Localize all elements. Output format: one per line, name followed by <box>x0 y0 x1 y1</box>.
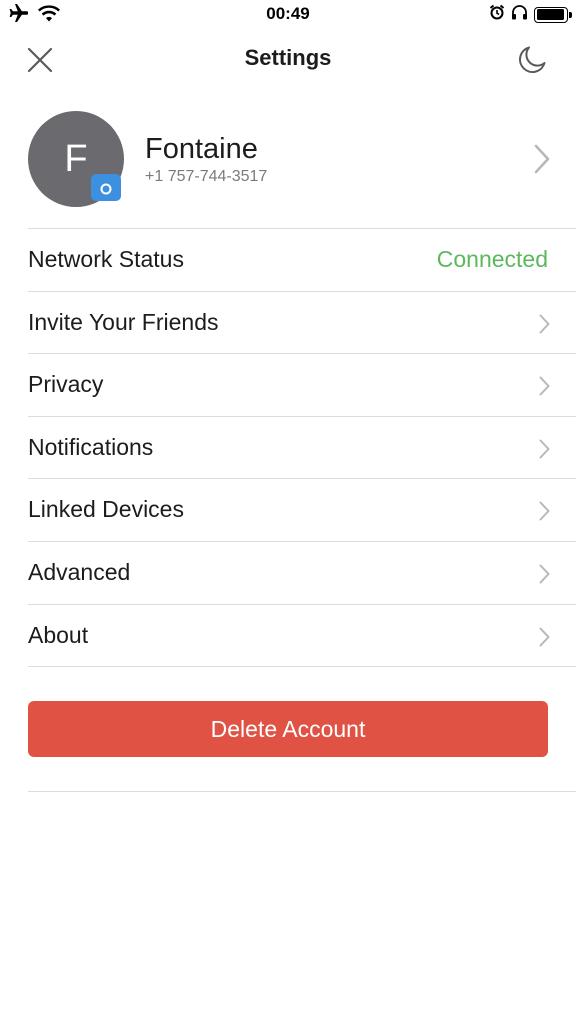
nav-bar: Settings <box>0 30 576 90</box>
row-label: Invite Your Friends <box>28 308 219 335</box>
row-privacy[interactable]: Privacy <box>28 353 576 416</box>
battery-tip <box>569 12 572 18</box>
battery-icon <box>534 6 572 23</box>
row-about[interactable]: About <box>28 603 576 667</box>
alarm-icon <box>489 4 505 25</box>
chevron-right-icon <box>539 501 550 526</box>
row-label: Privacy <box>28 371 104 398</box>
row-linked-devices[interactable]: Linked Devices <box>28 478 576 541</box>
settings-list: Network Status Connected Invite Your Fri… <box>0 228 576 668</box>
page-title: Settings <box>244 45 332 70</box>
row-advanced[interactable]: Advanced <box>28 540 576 604</box>
delete-account-button[interactable]: Delete Account <box>28 701 548 757</box>
theme-toggle-button[interactable] <box>512 40 552 80</box>
row-notifications[interactable]: Notifications <box>28 415 576 479</box>
row-label: Notifications <box>28 433 154 460</box>
chevron-right-icon <box>539 376 550 401</box>
row-invite-friends[interactable]: Invite Your Friends <box>28 290 576 354</box>
chevron-right-icon <box>534 144 550 179</box>
row-label: Network Status <box>28 246 184 272</box>
profile-phone: +1 757-744-3517 <box>145 168 268 185</box>
profile-name: Fontaine <box>145 133 258 165</box>
profile-row[interactable]: F Fontaine +1 757-744-3517 <box>0 100 576 228</box>
status-bar: 00:49 <box>0 0 576 30</box>
row-label: Linked Devices <box>28 496 184 523</box>
headphones-icon <box>511 4 528 25</box>
network-status-value: Connected <box>436 246 548 272</box>
row-label: Advanced <box>28 558 131 585</box>
chevron-right-icon <box>539 314 550 339</box>
moon-icon <box>519 46 546 73</box>
chevron-right-icon <box>539 439 550 464</box>
row-network-status[interactable]: Network Status Connected <box>28 228 576 291</box>
status-right <box>489 4 572 25</box>
chevron-right-icon <box>539 564 550 589</box>
camera-badge[interactable] <box>91 174 121 201</box>
camera-icon <box>100 183 112 194</box>
row-label: About <box>28 621 89 648</box>
battery-fill <box>536 9 565 20</box>
bottom-divider <box>28 791 576 792</box>
avatar-initial: F <box>64 137 88 180</box>
chevron-right-icon <box>539 627 550 652</box>
list-divider <box>28 666 576 668</box>
